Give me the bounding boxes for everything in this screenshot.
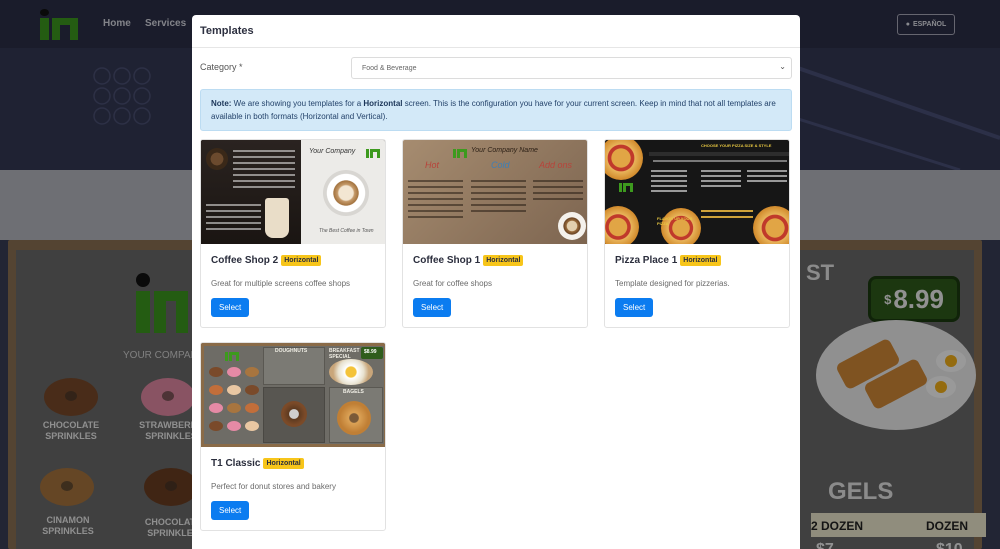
thumb-text: BAGELS [343, 389, 364, 395]
thumb-text: Cold [491, 160, 510, 170]
note-orientation: Horizontal [363, 99, 403, 108]
orientation-badge: Horizontal [263, 458, 304, 469]
orientation-badge: Horizontal [680, 255, 721, 266]
template-thumbnail: CHOOSE YOUR PIZZA SIZE & STYLE FLAVOR UP… [605, 140, 789, 244]
template-card-t1-classic[interactable]: DOUGHNUTS BREAKFAST SPECIAL $8.99 BAGELS [200, 342, 386, 531]
template-name: Pizza Place 1 [615, 255, 678, 266]
modal-title: Templates [200, 25, 254, 37]
template-card-coffee-shop-2[interactable]: Your Company The Best Coffee in Town Cof… [200, 139, 386, 328]
category-selected-value: Food & Beverage [362, 65, 417, 72]
template-thumbnail: Your Company Name Hot Cold Add ons [403, 140, 587, 244]
note-prefix: Note: [211, 99, 232, 108]
thumb-text: Hot [425, 160, 440, 170]
template-description: Template designed for pizzerias. [615, 279, 730, 288]
template-description: Great for coffee shops [413, 279, 493, 288]
orientation-note: Note: We are showing you templates for a… [200, 89, 792, 131]
thumb-text: Your Company Name [471, 147, 538, 154]
select-button[interactable]: Select [615, 298, 654, 317]
template-thumbnail: Your Company The Best Coffee in Town [201, 140, 385, 244]
note-text-1: We are showing you templates for a [231, 99, 364, 108]
template-card-pizza-place-1[interactable]: CHOOSE YOUR PIZZA SIZE & STYLE FLAVOR UP… [604, 139, 790, 328]
orientation-badge: Horizontal [281, 255, 322, 266]
category-select[interactable]: Food & Beverage ⌄ [351, 57, 792, 79]
thumb-text: FLAVOR UP YOUR PIZZA [657, 216, 693, 226]
category-label: Category * [200, 62, 243, 72]
thumb-text: Your Company [309, 148, 356, 155]
template-thumbnail: DOUGHNUTS BREAKFAST SPECIAL $8.99 BAGELS [201, 343, 385, 447]
thumb-text: CHOOSE YOUR PIZZA SIZE & STYLE [701, 143, 772, 148]
thumb-text: $8.99 [364, 349, 377, 355]
category-row: Category * Food & Beverage ⌄ [200, 55, 792, 81]
template-description: Great for multiple screens coffee shops [211, 279, 351, 288]
thumb-text: Add ons [539, 160, 573, 170]
select-button[interactable]: Select [211, 501, 250, 520]
template-name: T1 Classic [211, 458, 261, 469]
thumb-text: DOUGHNUTS [275, 348, 308, 354]
thumb-text: The Best Coffee in Town [319, 228, 374, 234]
template-card-coffee-shop-1[interactable]: Your Company Name Hot Cold Add ons Coffe… [402, 139, 588, 328]
select-button[interactable]: Select [211, 298, 250, 317]
orientation-badge: Horizontal [483, 255, 524, 266]
modal-header: Templates [192, 15, 800, 48]
select-button[interactable]: Select [413, 298, 452, 317]
chevron-down-icon: ⌄ [779, 62, 786, 71]
template-name: Coffee Shop 1 [413, 255, 481, 266]
template-name: Coffee Shop 2 [211, 255, 279, 266]
templates-modal: Templates Category * Food & Beverage ⌄ N… [192, 15, 800, 549]
template-description: Perfect for donut stores and bakery [211, 482, 336, 491]
